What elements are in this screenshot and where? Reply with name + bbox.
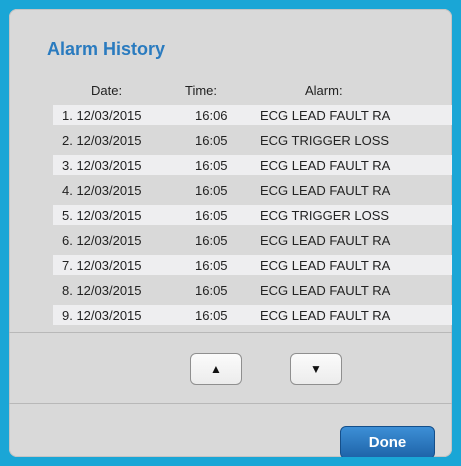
row-time: 16:05 xyxy=(195,258,228,273)
table-row: 6. 12/03/2015 16:05 ECG LEAD FAULT RA xyxy=(53,230,452,250)
row-alarm: ECG LEAD FAULT RA xyxy=(260,183,391,198)
row-alarm: ECG TRIGGER LOSS xyxy=(260,133,390,148)
table-row: 5. 12/03/2015 16:05 ECG TRIGGER LOSS xyxy=(53,205,452,225)
row-alarm: ECG LEAD FAULT RA xyxy=(260,158,391,173)
row-time: 16:05 xyxy=(195,283,228,298)
row-alarm: ECG LEAD FAULT RA xyxy=(260,258,391,273)
row-date: 5. 12/03/2015 xyxy=(62,208,142,223)
row-time: 16:05 xyxy=(195,133,228,148)
scroll-up-button[interactable]: ▲ xyxy=(190,353,242,385)
row-time: 16:05 xyxy=(195,308,228,323)
done-button[interactable]: Done xyxy=(340,426,435,457)
list-divider xyxy=(9,332,452,333)
row-alarm: ECG TRIGGER LOSS xyxy=(260,208,390,223)
row-time: 16:06 xyxy=(195,108,228,123)
row-time: 16:05 xyxy=(195,233,228,248)
alarm-history-dialog: Alarm History Date: Time: Alarm: 1. 12/0… xyxy=(9,9,452,457)
row-time: 16:05 xyxy=(195,158,228,173)
alarm-list[interactable]: 1. 12/03/2015 16:06 ECG LEAD FAULT RA 2.… xyxy=(53,105,452,335)
row-date: 7. 12/03/2015 xyxy=(62,258,142,273)
row-alarm: ECG LEAD FAULT RA xyxy=(260,108,391,123)
table-row: 7. 12/03/2015 16:05 ECG LEAD FAULT RA xyxy=(53,255,452,275)
row-date: 4. 12/03/2015 xyxy=(62,183,142,198)
table-row: 8. 12/03/2015 16:05 ECG LEAD FAULT RA xyxy=(53,280,452,300)
row-date: 8. 12/03/2015 xyxy=(62,283,142,298)
triangle-up-icon: ▲ xyxy=(210,362,222,376)
column-header-alarm: Alarm: xyxy=(305,83,343,98)
row-date: 2. 12/03/2015 xyxy=(62,133,142,148)
column-header-date: Date: xyxy=(91,83,123,98)
table-row: 1. 12/03/2015 16:06 ECG LEAD FAULT RA xyxy=(53,105,452,125)
table-row: 2. 12/03/2015 16:05 ECG TRIGGER LOSS xyxy=(53,130,452,150)
row-date: 6. 12/03/2015 xyxy=(62,233,142,248)
row-date: 1. 12/03/2015 xyxy=(62,108,142,123)
row-time: 16:05 xyxy=(195,208,228,223)
table-row: 4. 12/03/2015 16:05 ECG LEAD FAULT RA xyxy=(53,180,452,200)
scroll-down-button[interactable]: ▼ xyxy=(290,353,342,385)
row-date: 3. 12/03/2015 xyxy=(62,158,142,173)
row-alarm: ECG LEAD FAULT RA xyxy=(260,283,391,298)
triangle-down-icon: ▼ xyxy=(310,362,322,376)
column-header-time: Time: xyxy=(185,83,218,98)
table-row: 9. 12/03/2015 16:05 ECG LEAD FAULT RA xyxy=(53,305,452,325)
table-row: 3. 12/03/2015 16:05 ECG LEAD FAULT RA xyxy=(53,155,452,175)
row-date: 9. 12/03/2015 xyxy=(62,308,142,323)
row-time: 16:05 xyxy=(195,183,228,198)
app-frame: Alarm History Date: Time: Alarm: 1. 12/0… xyxy=(0,0,461,466)
row-alarm: ECG LEAD FAULT RA xyxy=(260,233,391,248)
row-alarm: ECG LEAD FAULT RA xyxy=(260,308,391,323)
footer-divider xyxy=(9,403,452,404)
dialog-title: Alarm History xyxy=(47,39,166,59)
